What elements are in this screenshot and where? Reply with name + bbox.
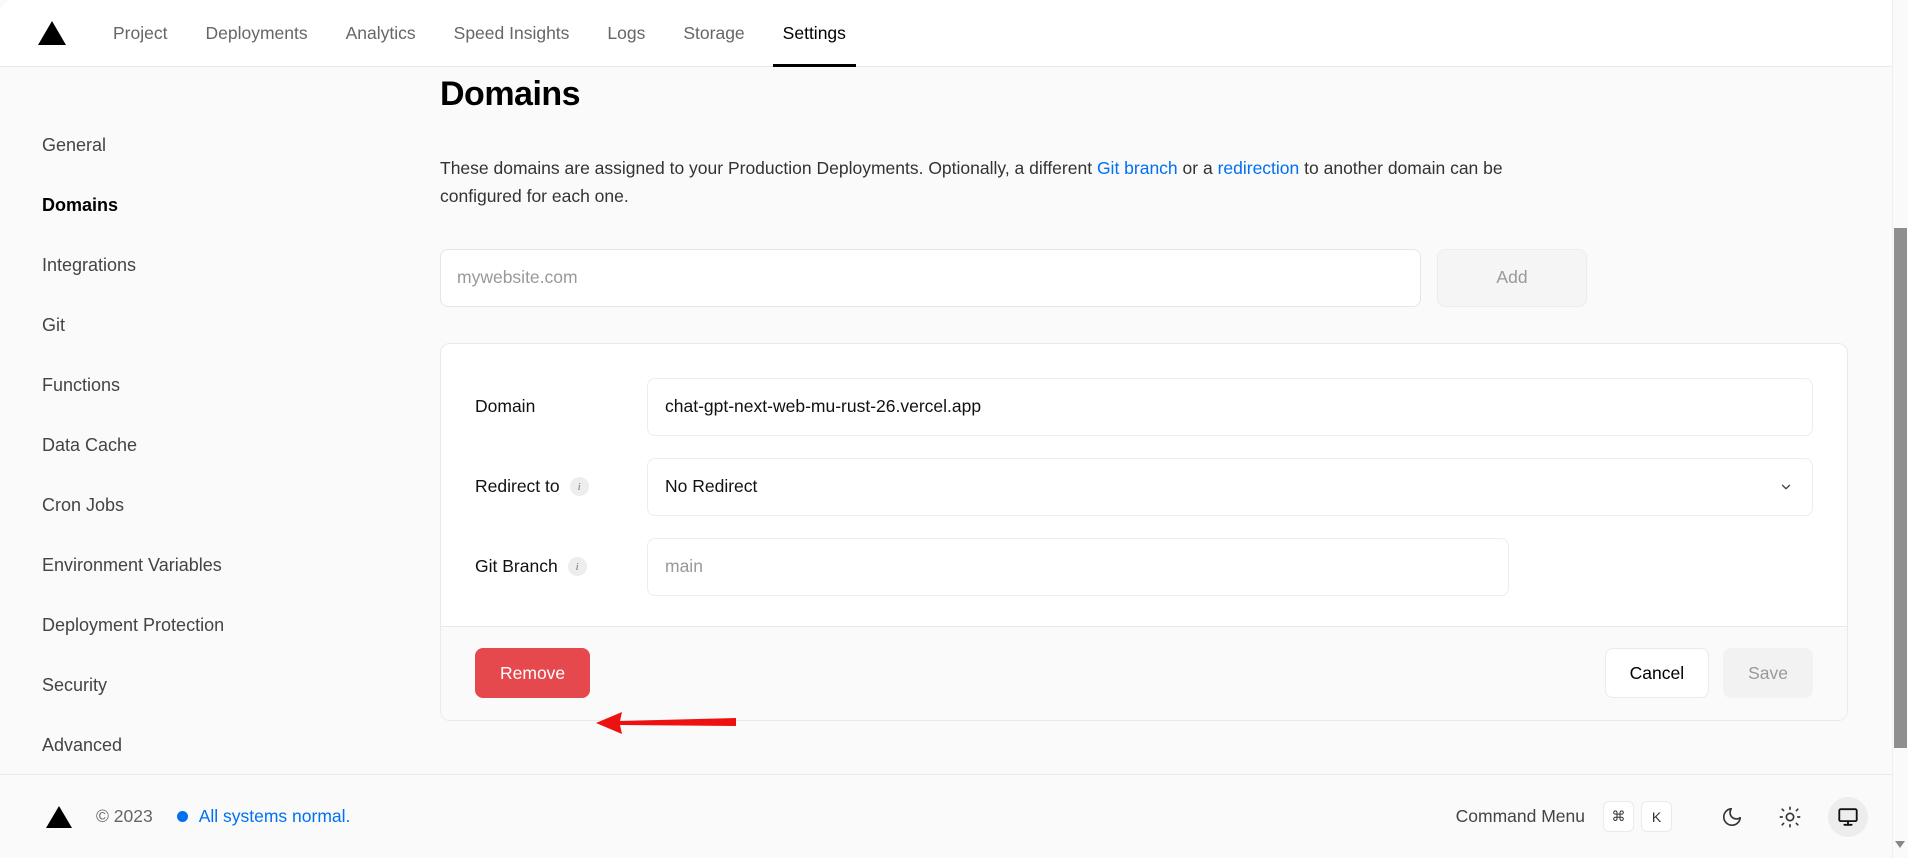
system-status-link[interactable]: All systems normal. [176, 806, 351, 827]
theme-dark-button[interactable] [1712, 797, 1752, 837]
redirect-select[interactable]: No Redirect [647, 457, 1813, 516]
copyright-text: © 2023 [96, 806, 153, 826]
tab-speed-insights[interactable]: Speed Insights [435, 0, 589, 67]
top-nav-items: Project Deployments Analytics Speed Insi… [94, 0, 865, 67]
footer-vercel-triangle-logo-icon[interactable] [46, 805, 72, 828]
domain-card-body: Domain chat-gpt-next-web-mu-rust-26.verc… [441, 344, 1847, 626]
remove-button[interactable]: Remove [475, 648, 591, 699]
footer-right-group: Command Menu ⌘ K [1455, 796, 1868, 837]
tab-project[interactable]: Project [94, 0, 186, 67]
git-branch-field-label-wrap: Git Branch i [475, 556, 647, 577]
domain-card: Domain chat-gpt-next-web-mu-rust-26.verc… [440, 342, 1848, 721]
app-window: Project Deployments Analytics Speed Insi… [0, 0, 1908, 858]
card-footer-actions: Cancel Save [1604, 648, 1813, 699]
git-branch-input[interactable]: main [647, 537, 1509, 596]
scrollbar-down-arrow-icon[interactable] [1894, 838, 1906, 850]
kbd-k-key: K [1641, 801, 1672, 832]
sidebar-item-git[interactable]: Git [42, 295, 400, 355]
domain-field-row: Domain chat-gpt-next-web-mu-rust-26.verc… [475, 377, 1813, 436]
domain-field-label: Domain [475, 396, 536, 417]
info-icon-git-branch[interactable]: i [567, 557, 587, 577]
page-scrollbar-thumb[interactable] [1894, 228, 1907, 748]
sidebar-item-cron-jobs[interactable]: Cron Jobs [42, 475, 400, 535]
add-domain-row: Add [440, 248, 1587, 307]
git-branch-field-row: Git Branch i main [475, 537, 1813, 596]
domain-value-input[interactable]: chat-gpt-next-web-mu-rust-26.vercel.app [647, 377, 1813, 436]
domain-field-label-wrap: Domain [475, 396, 647, 417]
page-description: These domains are assigned to your Produ… [440, 154, 1550, 211]
sun-icon [1779, 806, 1801, 827]
redirect-field-label-wrap: Redirect to i [475, 476, 647, 497]
command-menu-label: Command Menu [1455, 806, 1585, 826]
cancel-button[interactable]: Cancel [1604, 648, 1710, 699]
page-title: Domains [440, 75, 581, 113]
monitor-icon [1838, 807, 1858, 826]
command-menu-shortcut[interactable]: ⌘ K [1603, 801, 1672, 832]
tab-settings[interactable]: Settings [764, 0, 865, 67]
moon-icon [1722, 807, 1742, 826]
add-domain-button[interactable]: Add [1437, 248, 1587, 307]
info-icon-redirect[interactable]: i [569, 477, 589, 497]
domain-card-footer: Remove Cancel Save [441, 625, 1847, 720]
page-scrollbar-track[interactable] [1892, 0, 1908, 858]
page-footer: © 2023 All systems normal. Command Menu … [0, 774, 1908, 858]
sidebar-item-environment-variables[interactable]: Environment Variables [42, 535, 400, 595]
redirect-selected-value: No Redirect [665, 476, 758, 497]
tab-logs[interactable]: Logs [588, 0, 664, 67]
sidebar-item-integrations[interactable]: Integrations [42, 235, 400, 295]
redirection-link[interactable]: redirection [1218, 158, 1300, 178]
settings-sidebar: General Domains Integrations Git Functio… [0, 67, 400, 775]
description-part-2: or a [1177, 158, 1218, 178]
theme-system-button[interactable] [1828, 796, 1868, 837]
vercel-triangle-logo-icon[interactable] [38, 21, 66, 45]
git-branch-field-control: main [647, 537, 1509, 596]
tab-storage[interactable]: Storage [664, 0, 763, 67]
sidebar-item-general[interactable]: General [42, 115, 400, 175]
status-dot-icon [176, 811, 188, 822]
sidebar-item-data-cache[interactable]: Data Cache [42, 415, 400, 475]
theme-light-button[interactable] [1770, 797, 1810, 837]
sidebar-item-security[interactable]: Security [42, 655, 400, 715]
redirect-field-label: Redirect to [475, 476, 560, 497]
sidebar-item-functions[interactable]: Functions [42, 355, 400, 415]
redirect-field-row: Redirect to i No Redirect [475, 457, 1813, 516]
redirect-field-control: No Redirect [647, 457, 1813, 516]
domain-field-control: chat-gpt-next-web-mu-rust-26.vercel.app [647, 377, 1813, 436]
description-part-1: These domains are assigned to your Produ… [440, 158, 1097, 178]
domain-input[interactable] [440, 248, 1421, 307]
status-text: All systems normal. [198, 806, 351, 826]
sidebar-item-deployment-protection[interactable]: Deployment Protection [42, 595, 400, 655]
git-branch-link[interactable]: Git branch [1097, 158, 1178, 178]
save-button[interactable]: Save [1723, 648, 1813, 699]
sidebar-item-advanced[interactable]: Advanced [42, 715, 400, 775]
chevron-down-icon [1781, 484, 1791, 490]
sidebar-item-domains[interactable]: Domains [42, 175, 400, 235]
tab-analytics[interactable]: Analytics [327, 0, 435, 67]
footer-left-group: © 2023 All systems normal. [46, 805, 351, 828]
tab-deployments[interactable]: Deployments [186, 0, 326, 67]
git-branch-field-label: Git Branch [475, 556, 558, 577]
main-content: Domains These domains are assigned to yo… [400, 67, 1886, 858]
top-navigation-bar: Project Deployments Analytics Speed Insi… [0, 0, 1908, 67]
kbd-command-key: ⌘ [1603, 801, 1634, 832]
